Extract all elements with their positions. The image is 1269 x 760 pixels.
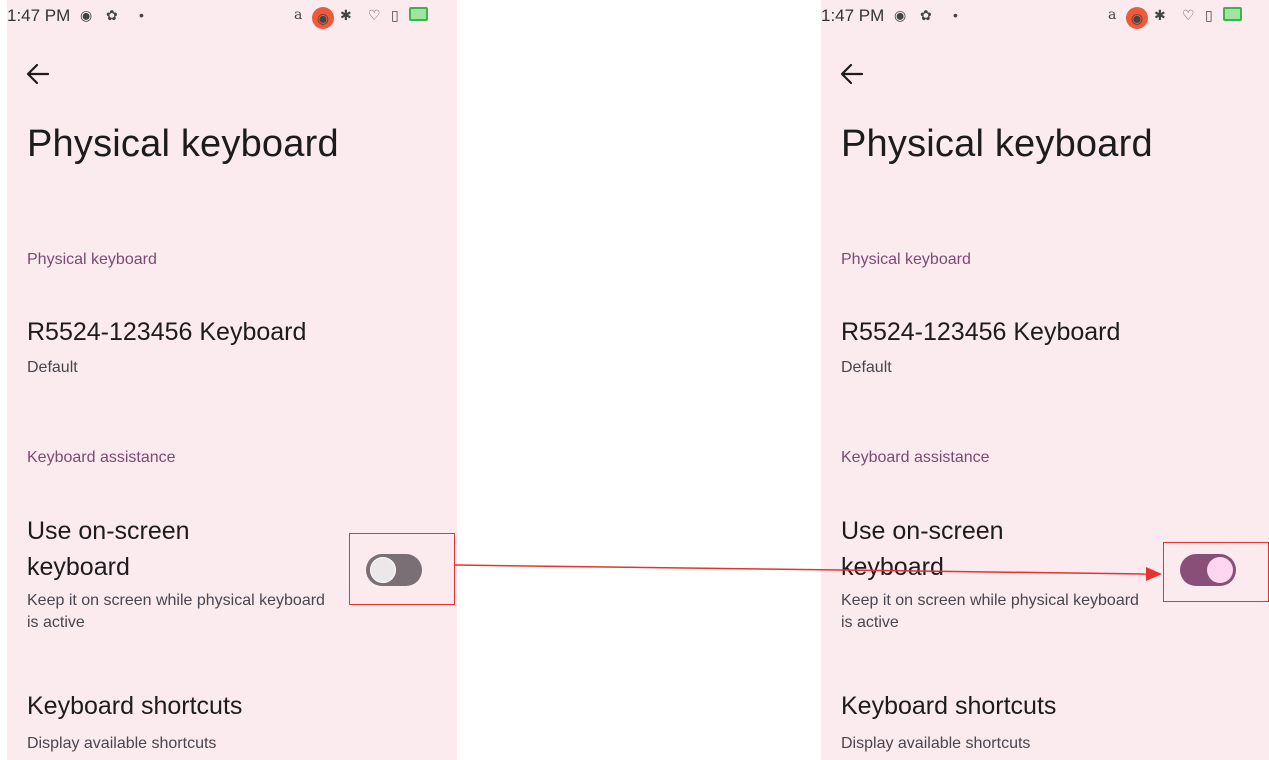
annotation-arrow [454,564,1162,581]
